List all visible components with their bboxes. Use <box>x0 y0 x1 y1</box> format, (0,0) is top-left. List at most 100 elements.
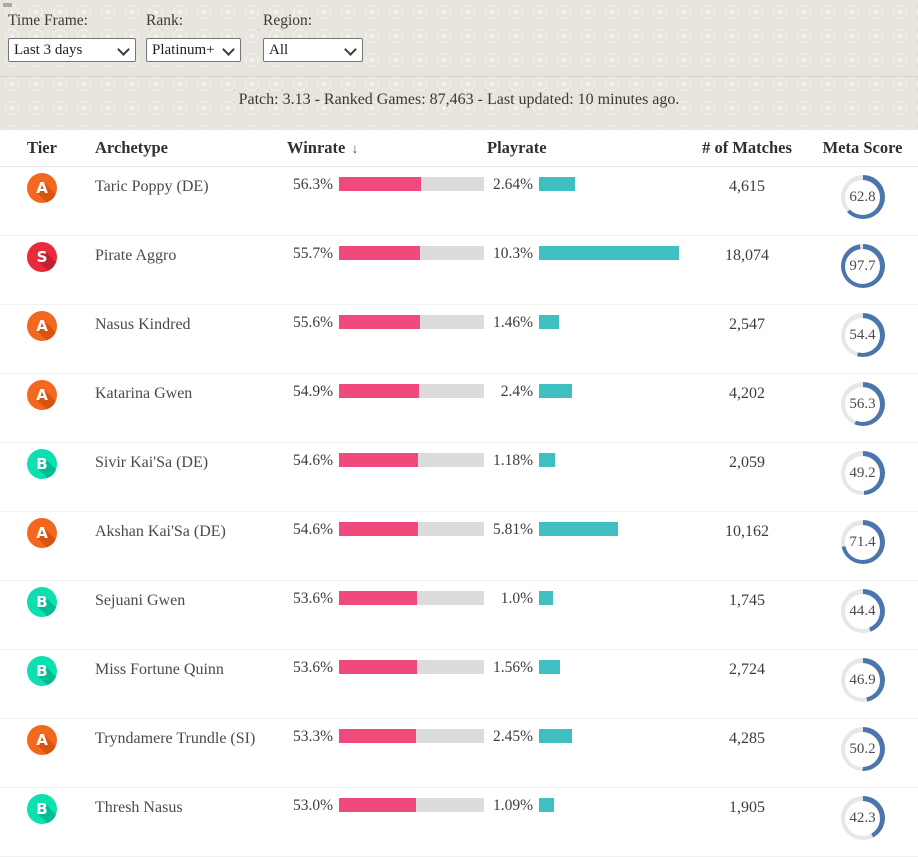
filter-bar: Time Frame: Last 3 days Rank: Platinum+ … <box>0 0 918 62</box>
playrate-value: 2.64% <box>492 176 533 193</box>
winrate-fill <box>339 384 419 398</box>
table-row[interactable]: A Katarina Gwen 54.9% 2.4% 4,202 56.3 <box>0 374 918 443</box>
archetype-name[interactable]: Sejuani Gwen <box>95 581 287 610</box>
archetype-name[interactable]: Miss Fortune Quinn <box>95 650 287 679</box>
winrate-value: 54.6% <box>292 521 333 538</box>
archetype-name[interactable]: Thresh Nasus <box>95 788 287 817</box>
meta-score-cell: 71.4 <box>807 512 918 564</box>
tier-badge: A <box>27 518 57 548</box>
playrate-cell: 1.18% <box>487 443 687 468</box>
playrate-fill <box>539 660 560 674</box>
winrate-value: 54.9% <box>292 383 333 400</box>
table-row[interactable]: B Miss Fortune Quinn 53.6% 1.56% 2,724 4… <box>0 650 918 719</box>
meta-score-value: 71.4 <box>849 533 876 550</box>
tier-letter: A <box>36 731 48 749</box>
top-left-dash-artifact <box>3 3 12 7</box>
column-header-archetype[interactable]: Archetype <box>95 130 287 158</box>
winrate-bar-track <box>339 384 484 398</box>
table-row[interactable]: B Sejuani Gwen 53.6% 1.0% 1,745 44.4 <box>0 581 918 650</box>
winrate-bar-track <box>339 798 484 812</box>
meta-score-cell: 56.3 <box>807 374 918 426</box>
matches-count: 4,285 <box>729 730 765 747</box>
column-header-winrate[interactable]: Winrate ↓ <box>287 130 487 158</box>
winrate-bar-track <box>339 591 484 605</box>
winrate-fill <box>339 729 417 743</box>
archetype-name[interactable]: Taric Poppy (DE) <box>95 167 287 196</box>
table-row[interactable]: A Taric Poppy (DE) 56.3% 2.64% 4,615 62.… <box>0 167 918 236</box>
column-header-playrate[interactable]: Playrate <box>487 130 687 158</box>
meta-score-cell: 44.4 <box>807 581 918 633</box>
rank-select-wrap: Platinum+ <box>146 38 241 62</box>
winrate-value: 53.3% <box>292 728 333 745</box>
meta-score-value: 42.3 <box>849 809 876 826</box>
time-frame-select[interactable]: Last 3 days <box>8 38 136 62</box>
sort-descending-icon: ↓ <box>351 142 359 157</box>
table-row[interactable]: B Sivir Kai'Sa (DE) 54.6% 1.18% 2,059 49… <box>0 443 918 512</box>
meta-score-ring: 46.9 <box>840 658 885 702</box>
time-frame-label: Time Frame: <box>8 12 88 29</box>
tier-badge: B <box>27 656 57 686</box>
tier-letter: B <box>36 800 48 818</box>
meta-score-cell: 42.3 <box>807 788 918 840</box>
matches-count: 2,547 <box>729 316 765 333</box>
column-header-tier[interactable]: Tier <box>0 130 95 158</box>
table-row[interactable]: A Nasus Kindred 55.6% 1.46% 2,547 54.4 <box>0 305 918 374</box>
table-row[interactable]: B Thresh Nasus 53.0% 1.09% 1,905 42.3 <box>0 788 918 857</box>
winrate-cell: 53.3% <box>287 719 487 744</box>
winrate-value: 54.6% <box>292 452 333 469</box>
winrate-cell: 54.6% <box>287 443 487 468</box>
column-header-matches[interactable]: # of Matches <box>687 130 807 158</box>
archetype-name[interactable]: Nasus Kindred <box>95 305 287 334</box>
table-row[interactable]: S Pirate Aggro 55.7% 10.3% 18,074 97.7 <box>0 236 918 305</box>
region-select-wrap: All <box>263 38 363 62</box>
winrate-fill <box>339 798 416 812</box>
winrate-cell: 53.6% <box>287 650 487 675</box>
archetype-name[interactable]: Katarina Gwen <box>95 374 287 403</box>
table-row[interactable]: A Tryndamere Trundle (SI) 53.3% 2.45% 4,… <box>0 719 918 788</box>
playrate-value: 2.45% <box>492 728 533 745</box>
matches-count: 18,074 <box>725 247 769 264</box>
tier-cell: A <box>0 719 95 755</box>
playrate-value: 1.0% <box>500 590 533 607</box>
winrate-fill <box>339 315 420 329</box>
archetype-name[interactable]: Akshan Kai'Sa (DE) <box>95 512 287 541</box>
winrate-fill <box>339 522 419 536</box>
winrate-cell: 53.0% <box>287 788 487 813</box>
meta-score-ring: 56.3 <box>840 382 885 426</box>
playrate-cell: 1.0% <box>487 581 687 606</box>
tier-letter: A <box>36 386 48 404</box>
patch-status-text: Patch: 3.13 - Ranked Games: 87,463 - Las… <box>238 91 680 108</box>
winrate-cell: 56.3% <box>287 167 487 192</box>
tier-letter: S <box>36 248 48 266</box>
archetype-name[interactable]: Tryndamere Trundle (SI) <box>95 719 287 748</box>
time-frame-select-wrap: Last 3 days <box>8 38 136 62</box>
tier-badge: A <box>27 311 57 341</box>
meta-score-cell: 54.4 <box>807 305 918 357</box>
tier-cell: A <box>0 167 95 203</box>
tier-letter: B <box>36 455 48 473</box>
winrate-bar-track <box>339 660 484 674</box>
tier-badge: B <box>27 449 57 479</box>
rank-select[interactable]: Platinum+ <box>146 38 241 62</box>
time-frame-filter: Time Frame: Last 3 days <box>8 12 136 62</box>
region-select[interactable]: All <box>263 38 363 62</box>
matches-count: 1,745 <box>729 592 765 609</box>
winrate-value: 53.6% <box>292 590 333 607</box>
winrate-bar-track <box>339 453 484 467</box>
tier-cell: A <box>0 512 95 548</box>
meta-score-value: 44.4 <box>849 602 876 619</box>
matches-count: 4,202 <box>729 385 765 402</box>
archetype-name[interactable]: Pirate Aggro <box>95 236 287 265</box>
playrate-cell: 1.46% <box>487 305 687 330</box>
table-row[interactable]: A Akshan Kai'Sa (DE) 54.6% 5.81% 10,162 … <box>0 512 918 581</box>
meta-table: Tier Archetype Winrate ↓ Playrate # of M… <box>0 130 918 857</box>
meta-score-cell: 97.7 <box>807 236 918 288</box>
meta-score-ring: 71.4 <box>840 520 885 564</box>
winrate-value: 55.6% <box>292 314 333 331</box>
column-header-meta-score[interactable]: Meta Score <box>807 130 918 158</box>
status-section: Patch: 3.13 - Ranked Games: 87,463 - Las… <box>0 76 918 130</box>
tier-badge: S <box>27 242 57 272</box>
playrate-fill <box>539 591 553 605</box>
archetype-name[interactable]: Sivir Kai'Sa (DE) <box>95 443 287 472</box>
tier-letter: B <box>36 593 48 611</box>
